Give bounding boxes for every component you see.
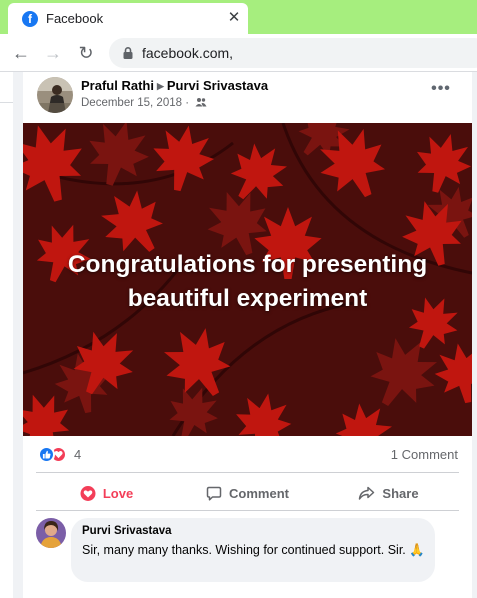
browser-tab-facebook[interactable]: f Facebook ✕: [8, 3, 248, 34]
post-date-link[interactable]: December 15, 2018 ·: [81, 97, 189, 109]
post-meta: December 15, 2018 ·: [81, 97, 207, 109]
browser-tab-strip: f Facebook ✕: [0, 0, 477, 34]
forward-arrow-icon[interactable]: →: [43, 43, 63, 63]
like-icon: [38, 445, 55, 463]
share-button[interactable]: Share: [318, 476, 459, 510]
feed-area: Praful Rathi ▶ Purvi Srivastava December 1…: [0, 72, 477, 598]
comment-author-link[interactable]: Purvi Srivastava: [82, 525, 172, 537]
comment-count-link[interactable]: 1 Comment: [391, 447, 458, 462]
banner-line-2: beautiful experiment: [127, 285, 368, 312]
reaction-count: 4: [74, 446, 82, 462]
share-button-label: Share: [382, 485, 419, 501]
recipient-name-link[interactable]: Purvi Srivastava: [167, 78, 268, 93]
lock-icon: [123, 47, 133, 59]
right-triangle-icon: ▶: [156, 81, 164, 91]
left-sidebar-edge: [0, 72, 13, 598]
author-name-link[interactable]: Praful Rathi: [81, 78, 154, 93]
divider: [36, 472, 459, 473]
friends-icon: [195, 98, 207, 107]
share-arrow-icon: [359, 486, 375, 500]
post-author-line: Praful Rathi ▶ Purvi Srivastava: [81, 78, 268, 93]
post-actions: Love Comment Share: [36, 476, 459, 510]
author-avatar[interactable]: [37, 77, 73, 113]
banner-line-1: Congratulations for presenting: [67, 251, 428, 278]
back-arrow-icon[interactable]: ←: [11, 43, 31, 63]
facebook-favicon-icon: f: [22, 11, 38, 27]
close-tab-icon[interactable]: ✕: [225, 9, 243, 27]
love-reaction-icon: [80, 485, 96, 501]
divider: [36, 510, 459, 511]
more-options-icon[interactable]: •••: [429, 80, 453, 100]
tab-title: Facebook: [46, 11, 104, 26]
comment-button[interactable]: Comment: [177, 476, 318, 510]
post-card: Praful Rathi ▶ Purvi Srivastava December 1…: [23, 72, 472, 598]
reload-icon[interactable]: ↻: [76, 43, 96, 63]
comment-icon: [206, 486, 222, 501]
comment-bubble: Purvi Srivastava Sir, many many thanks. …: [71, 518, 435, 582]
comment-button-label: Comment: [229, 485, 289, 501]
commenter-avatar[interactable]: [36, 518, 66, 548]
url-text: facebook.com,: [142, 45, 234, 61]
love-button-label: Love: [102, 485, 134, 501]
banner-message: Congratulations for presenting beautiful…: [23, 248, 472, 316]
browser-toolbar: ← → ↻ facebook.com,: [0, 34, 477, 72]
reaction-summary[interactable]: 4: [38, 445, 81, 463]
sidebar-divider: [0, 102, 13, 103]
address-bar[interactable]: facebook.com,: [109, 38, 477, 68]
comment-text: Sir, many many thanks. Wishing for conti…: [82, 543, 425, 557]
post-banner-image: Congratulations for presenting beautiful…: [23, 123, 472, 436]
love-button[interactable]: Love: [36, 476, 177, 510]
